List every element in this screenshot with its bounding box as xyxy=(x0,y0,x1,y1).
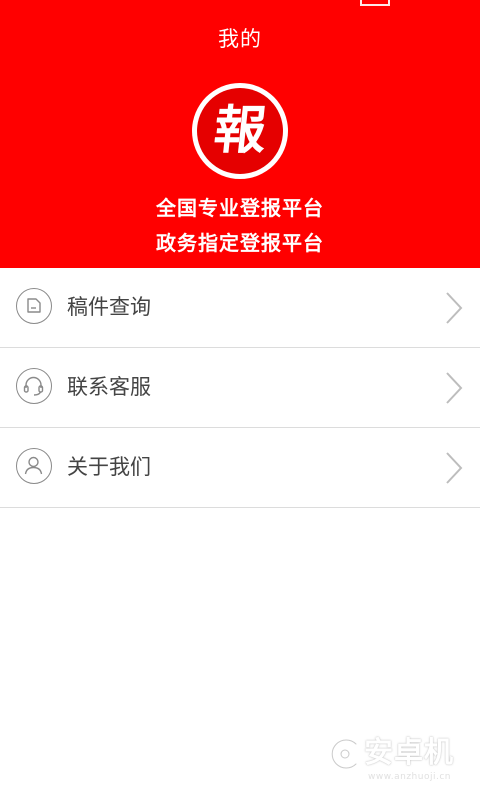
menu-item-about-us[interactable]: 关于我们 xyxy=(0,428,480,508)
watermark-logo-icon xyxy=(329,737,359,771)
chevron-right-icon xyxy=(446,372,463,404)
watermark-url: www.anzhuoji.cn xyxy=(368,772,451,782)
profile-page: 我的 報 全国专业登报平台 政务指定登报平台 稿件查询 联系客服 关于我们 安卓… xyxy=(0,0,480,800)
chevron-right-icon xyxy=(446,452,463,484)
menu-item-label: 联系客服 xyxy=(67,375,151,399)
menu-item-label: 关于我们 xyxy=(67,455,151,479)
slogan-national: 全国专业登报平台 xyxy=(156,196,324,220)
menu-item-customer-service[interactable]: 联系客服 xyxy=(0,348,480,428)
profile-menu: 稿件查询 联系客服 关于我们 xyxy=(0,268,480,508)
headset-icon xyxy=(16,368,52,404)
site-watermark: 安卓机 www.anzhuoji.cn xyxy=(326,733,476,793)
status-bar-icon xyxy=(360,0,390,6)
page-title: 我的 xyxy=(218,27,262,51)
menu-item-label: 稿件查询 xyxy=(67,295,151,319)
watermark-text: 安卓机 xyxy=(364,735,455,769)
chevron-right-icon xyxy=(446,292,463,324)
user-icon xyxy=(16,448,52,484)
logo-badge: 報 xyxy=(197,88,283,174)
profile-header: 我的 報 全国专业登报平台 政务指定登报平台 xyxy=(0,0,480,268)
newspaper-logo: 報 xyxy=(192,83,288,179)
document-icon xyxy=(16,288,52,324)
menu-item-manuscript-query[interactable]: 稿件查询 xyxy=(0,268,480,348)
logo-character: 報 xyxy=(210,100,270,161)
slogan-government: 政务指定登报平台 xyxy=(156,231,324,255)
